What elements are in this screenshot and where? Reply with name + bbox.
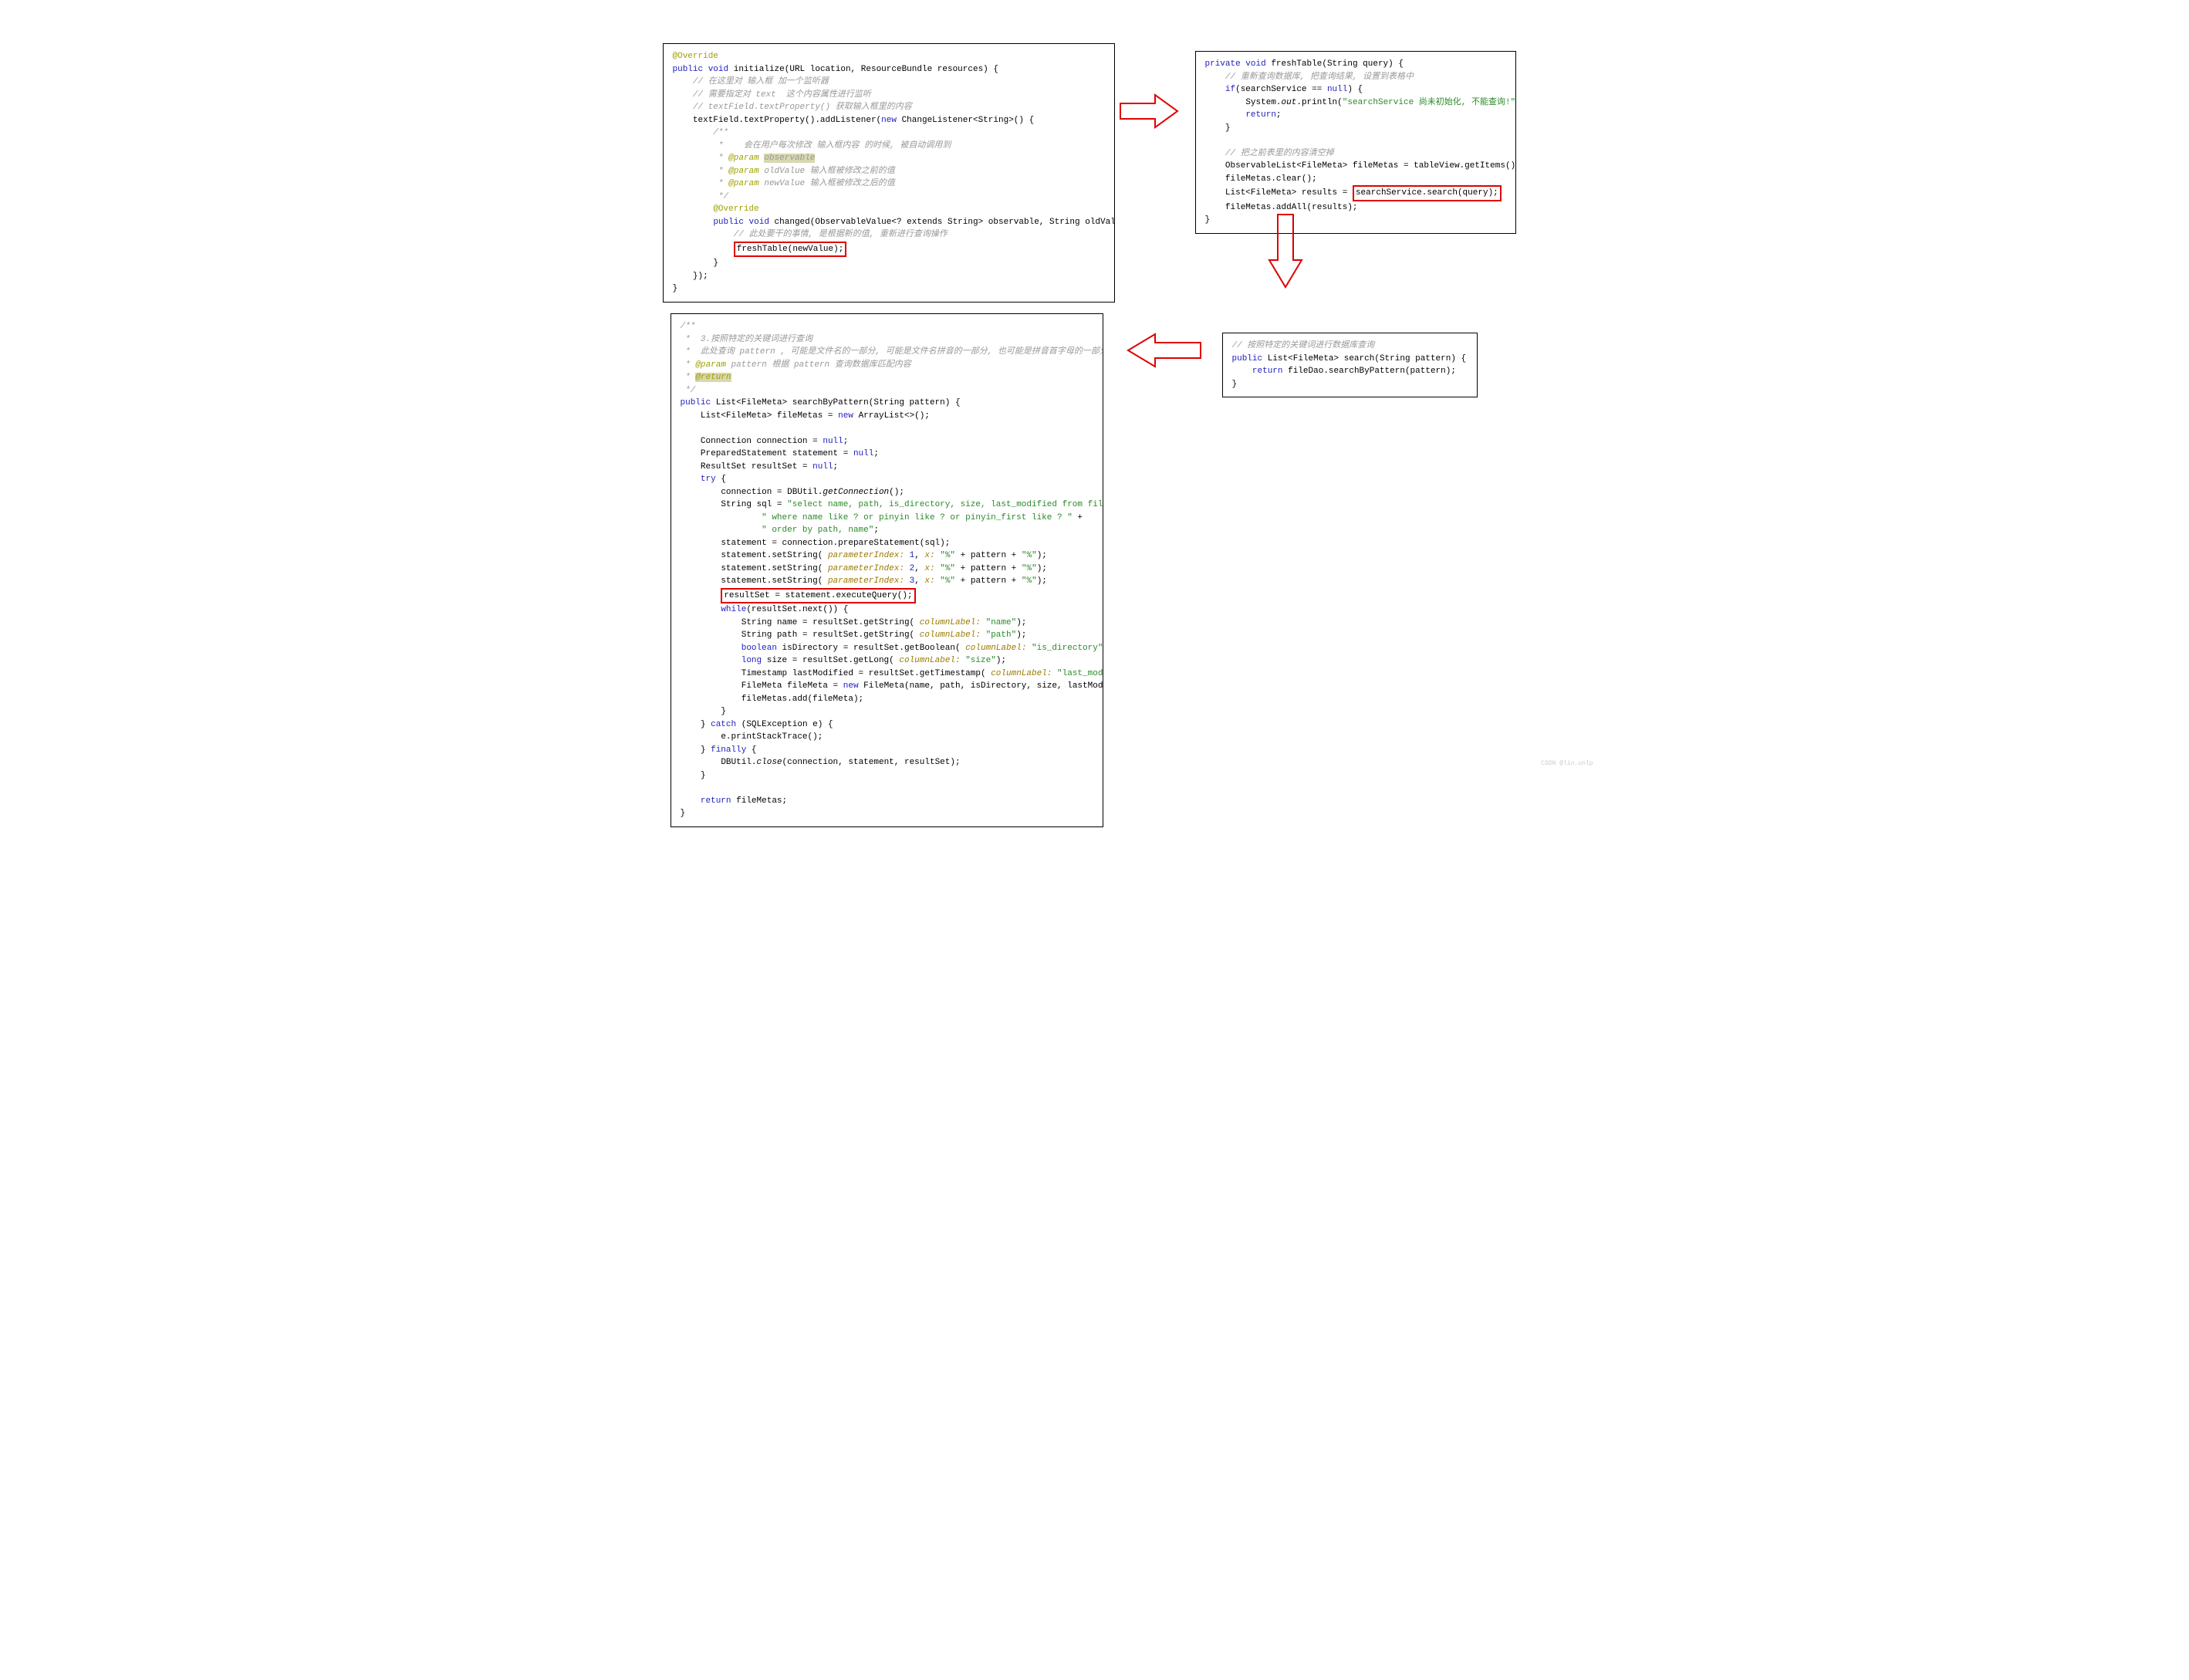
codebox-freshtable: private void freshTable(String query) { …	[1195, 51, 1516, 234]
diagram-canvas: @Override public void initialize(URL loc…	[593, 0, 1596, 772]
arrow-right-icon	[1118, 93, 1180, 130]
codebox-searchbypattern: /** * 3.按照特定的关键词进行查询 * 此处查询 pattern , 可能…	[671, 313, 1103, 827]
codebox-search: // 按照特定的关键词进行数据库查询 public List<FileMeta>…	[1222, 333, 1478, 397]
watermark: CSDN @lin.unlp	[1541, 759, 1593, 769]
highlight-executequery: resultSet = statement.executeQuery();	[721, 588, 915, 604]
highlight-searchservice-call: searchService.search(query);	[1353, 185, 1502, 201]
arrow-down-icon	[1267, 212, 1304, 289]
arrow-left-icon	[1126, 332, 1203, 369]
highlight-freshtable-call: freshTable(newValue);	[734, 242, 847, 258]
codebox-initialize: @Override public void initialize(URL loc…	[663, 43, 1115, 303]
